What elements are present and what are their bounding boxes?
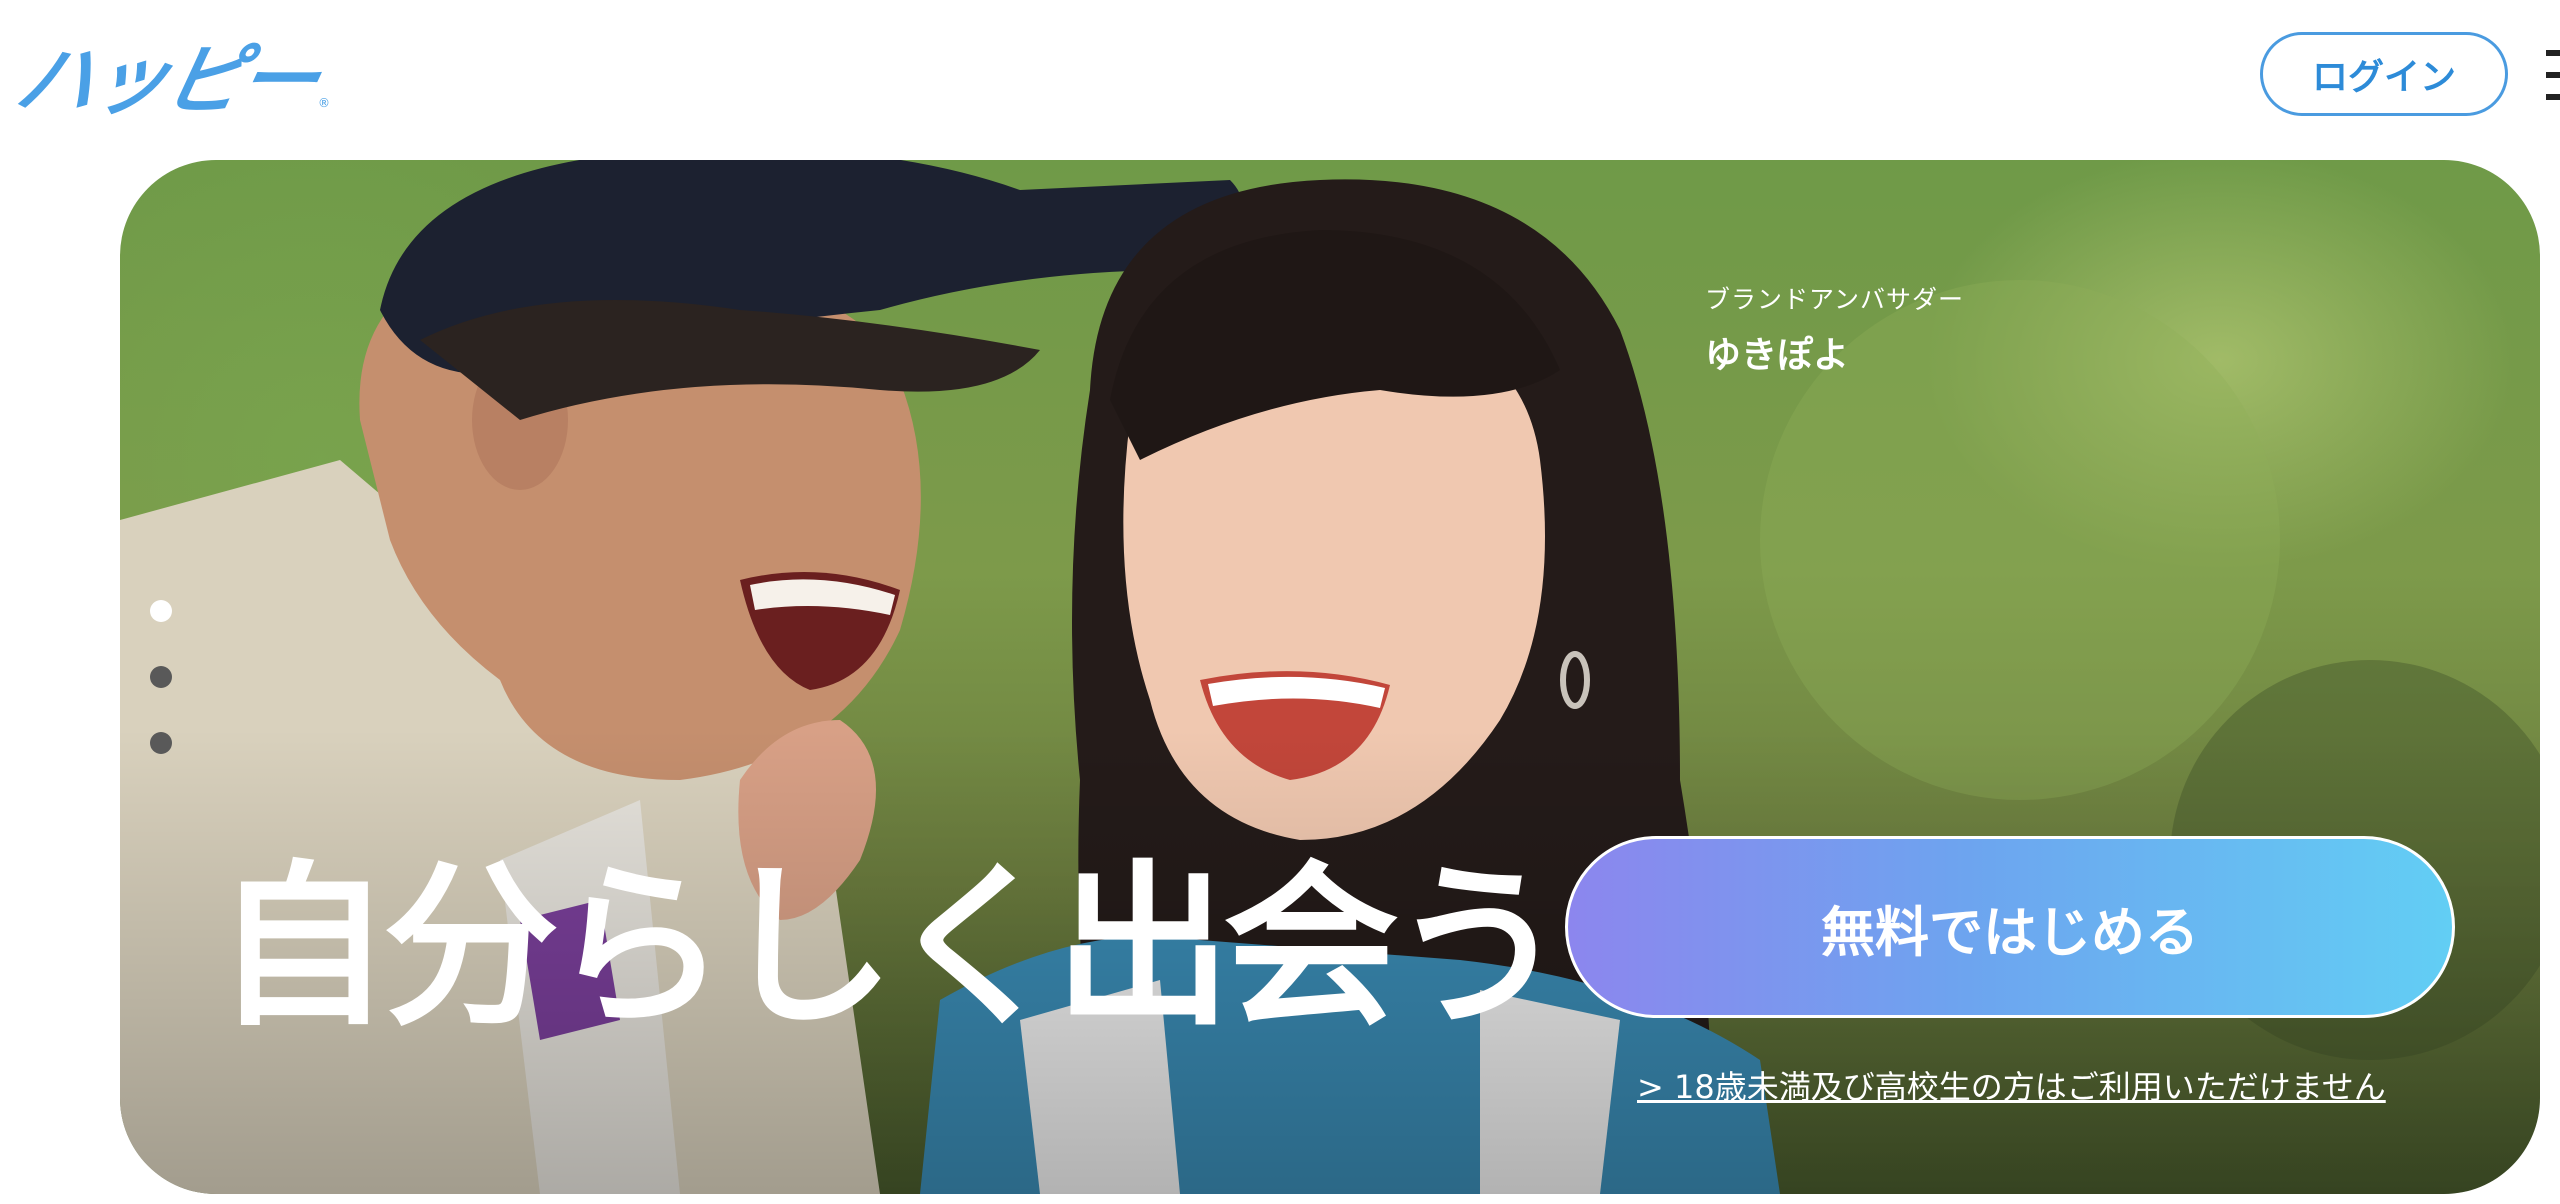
slide-dot-2[interactable] — [150, 666, 172, 688]
hero-headline: 自分らしく出会う — [215, 845, 1567, 1050]
hamburger-menu-icon[interactable] — [2546, 50, 2560, 102]
slide-indicator — [150, 600, 174, 798]
age-restriction-link[interactable]: > 18歳未満及び高校生の方はご利用いただけません — [1637, 1062, 2386, 1108]
ambassador-caption: ブランドアンバサダー ゆきぽよ — [1705, 280, 1964, 378]
slide-dot-3[interactable] — [150, 732, 172, 754]
site-header: ハッピー ® ログイン — [0, 0, 2560, 160]
page: ハッピー ® ログイン ブランドアンバサダー ゆきぽよ 自分らしく出会う 無料で… — [0, 0, 2560, 1204]
start-free-button[interactable]: 無料ではじめる — [1565, 836, 2455, 1018]
brand-logo[interactable]: ハッピー ® — [8, 30, 378, 126]
ambassador-name: ゆきぽよ — [1705, 335, 1850, 376]
hero-banner: ブランドアンバサダー ゆきぽよ 自分らしく出会う 無料ではじめる > 18歳未満… — [120, 160, 2540, 1194]
login-button[interactable]: ログイン — [2260, 32, 2508, 116]
logo-text: ハッピー — [8, 36, 324, 126]
ambassador-role: ブランドアンバサダー — [1705, 285, 1965, 314]
registered-mark: ® — [318, 96, 331, 110]
slide-dot-1[interactable] — [150, 600, 172, 622]
